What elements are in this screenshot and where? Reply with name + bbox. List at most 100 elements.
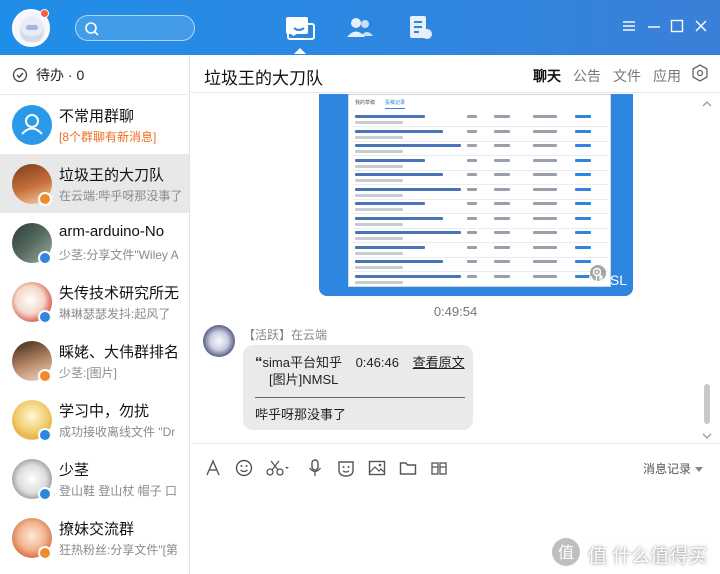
message-timestamp: 0:49:54: [433, 304, 478, 319]
chat-header: 垃圾王的大刀队 聊天 公告 文件 应用: [191, 55, 720, 96]
reply-text: 哔乎呀那没事了: [255, 407, 347, 422]
minimize-icon[interactable]: [646, 18, 662, 34]
conversation-name: 少茎: [59, 462, 90, 479]
menu-icon[interactable]: [621, 18, 637, 34]
conversation-item[interactable]: 学习中，勿扰 成功接收离线文件 "Dr: [0, 390, 189, 449]
group-badge-icon: [38, 428, 52, 442]
chat-bubble-icon: [286, 17, 315, 40]
chat-title: 垃圾王的大刀队: [204, 69, 323, 88]
conversation-item[interactable]: 撩妹交流群 狂热粉丝:分享文件"[第: [0, 508, 189, 567]
conversation-name: 不常用群聊: [59, 108, 135, 125]
emoji-icon[interactable]: [234, 458, 254, 478]
screenshot-cell: [494, 274, 510, 278]
message-list[interactable]: 我的草稿 投稿记录 NMSL 0:49:54 【活跃】在云端 “sima平台知乎…: [191, 94, 720, 443]
screenshot-cell: [575, 187, 591, 191]
screenshot-row: [353, 227, 608, 229]
tab-apps[interactable]: 应用: [653, 66, 681, 86]
voice-icon[interactable]: [305, 458, 325, 478]
screenshot-cell: [494, 158, 510, 162]
screenshot-cell: [355, 129, 443, 133]
image-caption: NMSL: [588, 272, 627, 288]
message-history-button[interactable]: 消息记录: [643, 460, 703, 477]
screenshot-cell: [494, 129, 510, 133]
screenshot-cell: [355, 208, 403, 211]
close-icon[interactable]: [693, 18, 709, 34]
top-bar: [0, 0, 720, 55]
scrollbar-thumb[interactable]: [704, 384, 710, 424]
screenshot-cell: [494, 245, 510, 249]
screenshot-cell: [467, 202, 477, 205]
conversation-name: 学习中，勿扰: [59, 403, 150, 420]
contacts-tab[interactable]: [345, 14, 375, 42]
quote-mark: “: [255, 354, 263, 371]
screenshot-cell: [533, 216, 557, 220]
contacts-icon: [347, 18, 373, 37]
screenshot-cell: [533, 202, 557, 205]
conversation-item[interactable]: 少茎 登山鞋 登山杖 帽子 口: [0, 449, 189, 508]
screenshot-row: [353, 213, 608, 214]
view-original-link[interactable]: 查看原文: [413, 355, 465, 370]
conversation-name: 睬姥、大伟群排名: [59, 344, 180, 361]
quote-divider: [255, 397, 465, 398]
screenshot-tab: 我的草稿: [355, 100, 376, 106]
conversation-name: 垃圾王的大刀队: [59, 167, 165, 184]
screenshot-cell: [533, 173, 557, 176]
documents-tab[interactable]: [405, 14, 435, 42]
conversation-item[interactable]: 不常用群聊 [8个群聊有新消息]: [0, 95, 189, 154]
search-box[interactable]: [75, 15, 195, 41]
screenshot-tab: 投稿记录: [385, 99, 406, 109]
settings-hex-icon[interactable]: [691, 64, 709, 82]
tab-files[interactable]: 文件: [613, 66, 641, 86]
conversation-item[interactable]: arm-arduino-No 少茎:分享文件"Wiley A: [0, 213, 189, 272]
screenshot-cell: [355, 251, 403, 255]
screenshot-cell: [467, 216, 477, 220]
image-message[interactable]: 我的草稿 投稿记录 NMSL: [319, 94, 633, 296]
screenshot-cell: [467, 245, 477, 249]
conversation-item[interactable]: 睬姥、大伟群排名 少茎:[图片]: [0, 331, 189, 390]
tab-announcement[interactable]: 公告: [573, 66, 601, 86]
scissors-icon[interactable]: [265, 458, 291, 478]
conversation-preview: 成功接收离线文件 "Dr: [59, 425, 176, 439]
screenshot-cell: [575, 158, 591, 162]
screenshot-cell: [467, 260, 477, 263]
sender-avatar[interactable]: [203, 325, 235, 357]
screenshot-cell: [575, 144, 591, 147]
screenshot-cell: [355, 121, 403, 124]
font-icon[interactable]: [203, 458, 223, 478]
maximize-icon[interactable]: [669, 18, 685, 34]
search-icon: [85, 22, 99, 36]
screenshot-cell: [575, 129, 591, 133]
message-input-area[interactable]: 消息记录 值 值 什么值得买: [191, 443, 720, 574]
screenshot-cell: [494, 144, 510, 147]
screenshot-cell: [467, 115, 477, 118]
conversation-item[interactable]: 垃圾王的大刀队 在云端:哔乎呀那没事了: [0, 154, 189, 213]
image-icon[interactable]: [367, 458, 387, 478]
message-tab[interactable]: [285, 14, 315, 42]
screenshot-tabs: 我的草稿 投稿记录: [355, 99, 406, 109]
folder-icon[interactable]: [398, 458, 418, 478]
tab-chat[interactable]: 聊天: [533, 66, 561, 96]
screenshot-cell: [494, 231, 510, 234]
screenshot-row: [353, 242, 608, 243]
screenshot-cell: [575, 202, 591, 205]
screenshot-cell: [355, 187, 461, 191]
conversation-item[interactable]: 失传技术研究所无 琳琳瑟瑟发抖:起风了: [0, 272, 189, 331]
todo-row[interactable]: 待办 · 0: [0, 55, 189, 95]
check-circle-icon: [12, 67, 28, 82]
more-apps-icon[interactable]: [429, 458, 449, 478]
screenshot-cell: [467, 144, 477, 147]
screenshot-row: [353, 140, 608, 142]
conversation-preview: [8个群聊有新消息]: [59, 130, 157, 144]
sticker-icon[interactable]: [336, 458, 356, 478]
shared-screenshot[interactable]: 我的草稿 投稿记录: [348, 94, 611, 287]
scroll-down-icon[interactable]: [701, 431, 713, 441]
screenshot-cell: [355, 274, 461, 278]
screenshot-cell: [355, 115, 425, 118]
screenshot-cell: [533, 245, 557, 249]
screenshot-cell: [467, 158, 477, 162]
group-badge-icon: [38, 192, 52, 206]
message-bubble[interactable]: “sima平台知乎 0:46:46 查看原文 [图片]NMSL 哔乎呀那没事了: [243, 345, 473, 430]
screenshot-cell: [575, 245, 591, 249]
scroll-up-icon[interactable]: [701, 99, 713, 109]
screenshot-cell: [467, 173, 477, 176]
